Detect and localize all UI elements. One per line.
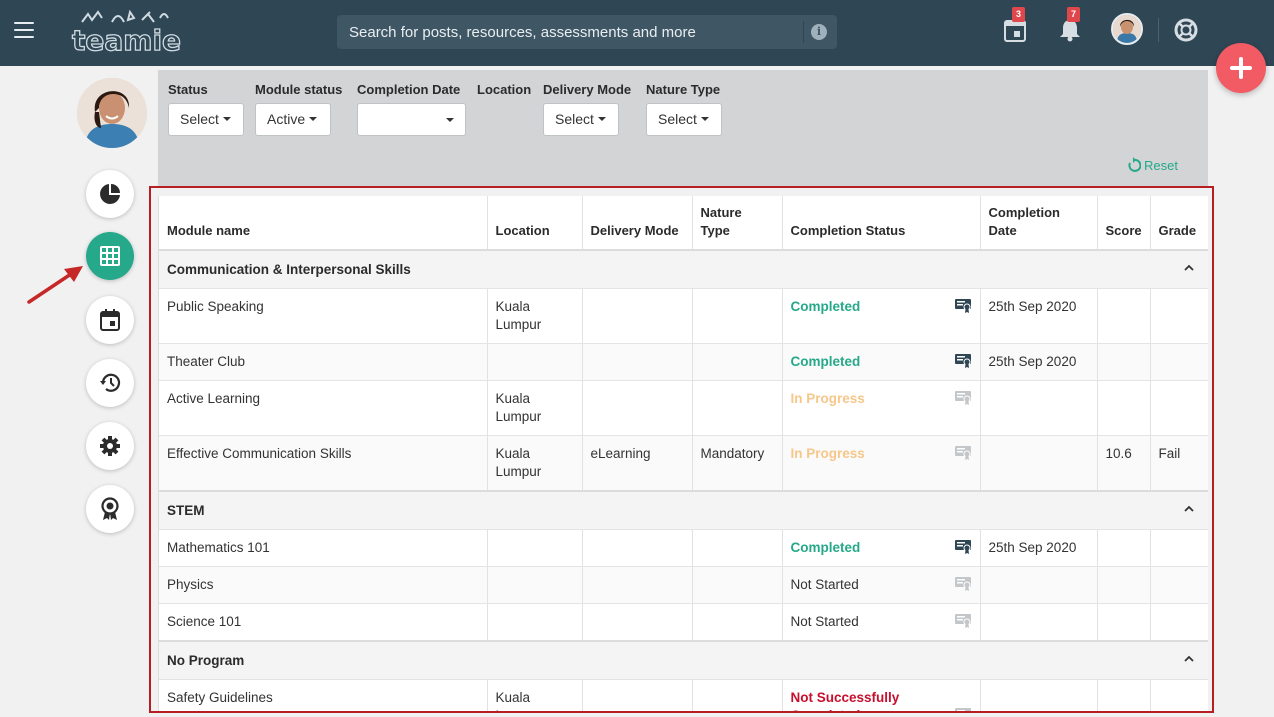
info-icon[interactable]: i	[811, 24, 827, 40]
nav-divider	[1158, 18, 1159, 42]
module-status-select[interactable]: Active	[255, 103, 331, 136]
nature-type-select-value: Select	[658, 111, 697, 127]
nature-type-select[interactable]: Select	[646, 103, 722, 136]
reset-filters-button[interactable]: Reset	[1128, 157, 1178, 173]
search-placeholder: Search for posts, resources, assessments…	[349, 24, 696, 41]
pie-chart-icon	[100, 184, 120, 204]
status-select[interactable]: Select	[168, 103, 244, 136]
chevron-down-icon	[597, 117, 606, 122]
location-filter-label: Location	[477, 82, 532, 97]
calendar-badge: 3	[1012, 7, 1025, 22]
calendar-icon	[100, 309, 120, 331]
award-ribbon-icon	[101, 497, 119, 520]
chevron-down-icon	[700, 117, 709, 122]
top-navbar: teamie Search for posts, resources, asse…	[0, 0, 1274, 66]
history-button[interactable]	[86, 359, 134, 407]
status-filter-label: Status	[168, 82, 208, 97]
module-status-filter-label: Module status	[255, 82, 343, 97]
search-divider	[803, 21, 804, 43]
completion-date-filter-label: Completion Date	[357, 82, 461, 97]
gear-icon	[100, 436, 120, 456]
badges-button[interactable]	[86, 485, 134, 533]
table-grid-icon	[100, 246, 120, 266]
profile-avatar	[77, 78, 147, 148]
calendar-icon[interactable]: 3	[1004, 7, 1026, 47]
table-view-button[interactable]	[86, 232, 134, 280]
user-avatar[interactable]	[1111, 13, 1143, 45]
notifications-badge: 7	[1067, 7, 1080, 22]
chevron-down-icon	[446, 118, 454, 122]
annotation-arrow	[27, 266, 83, 304]
teamie-logo[interactable]: teamie	[71, 8, 182, 58]
delivery-mode-select-value: Select	[555, 111, 594, 127]
bell-icon[interactable]: 7	[1059, 7, 1081, 47]
calendar-view-button[interactable]	[86, 296, 134, 344]
chevron-down-icon	[309, 117, 318, 122]
completion-date-select[interactable]	[357, 103, 466, 136]
help-icon[interactable]	[1174, 18, 1198, 47]
add-fab-button[interactable]	[1216, 43, 1266, 93]
delivery-mode-select[interactable]: Select	[543, 103, 619, 136]
reset-label: Reset	[1144, 158, 1178, 173]
highlight-frame	[149, 186, 1214, 713]
dashboard-pie-button[interactable]	[86, 170, 134, 218]
delivery-mode-filter-label: Delivery Mode	[543, 82, 632, 97]
reset-icon	[1128, 157, 1141, 172]
module-status-select-value: Active	[267, 111, 306, 127]
history-icon	[100, 373, 121, 392]
logo-text: teamie	[71, 23, 182, 57]
filter-panel: Status Select Module status Active Compl…	[158, 70, 1208, 186]
settings-button[interactable]	[86, 422, 134, 470]
menu-icon[interactable]	[14, 22, 34, 38]
nature-type-filter-label: Nature Type	[646, 82, 721, 97]
chevron-down-icon	[222, 117, 231, 122]
status-select-value: Select	[180, 111, 219, 127]
search-input[interactable]: Search for posts, resources, assessments…	[337, 15, 837, 49]
